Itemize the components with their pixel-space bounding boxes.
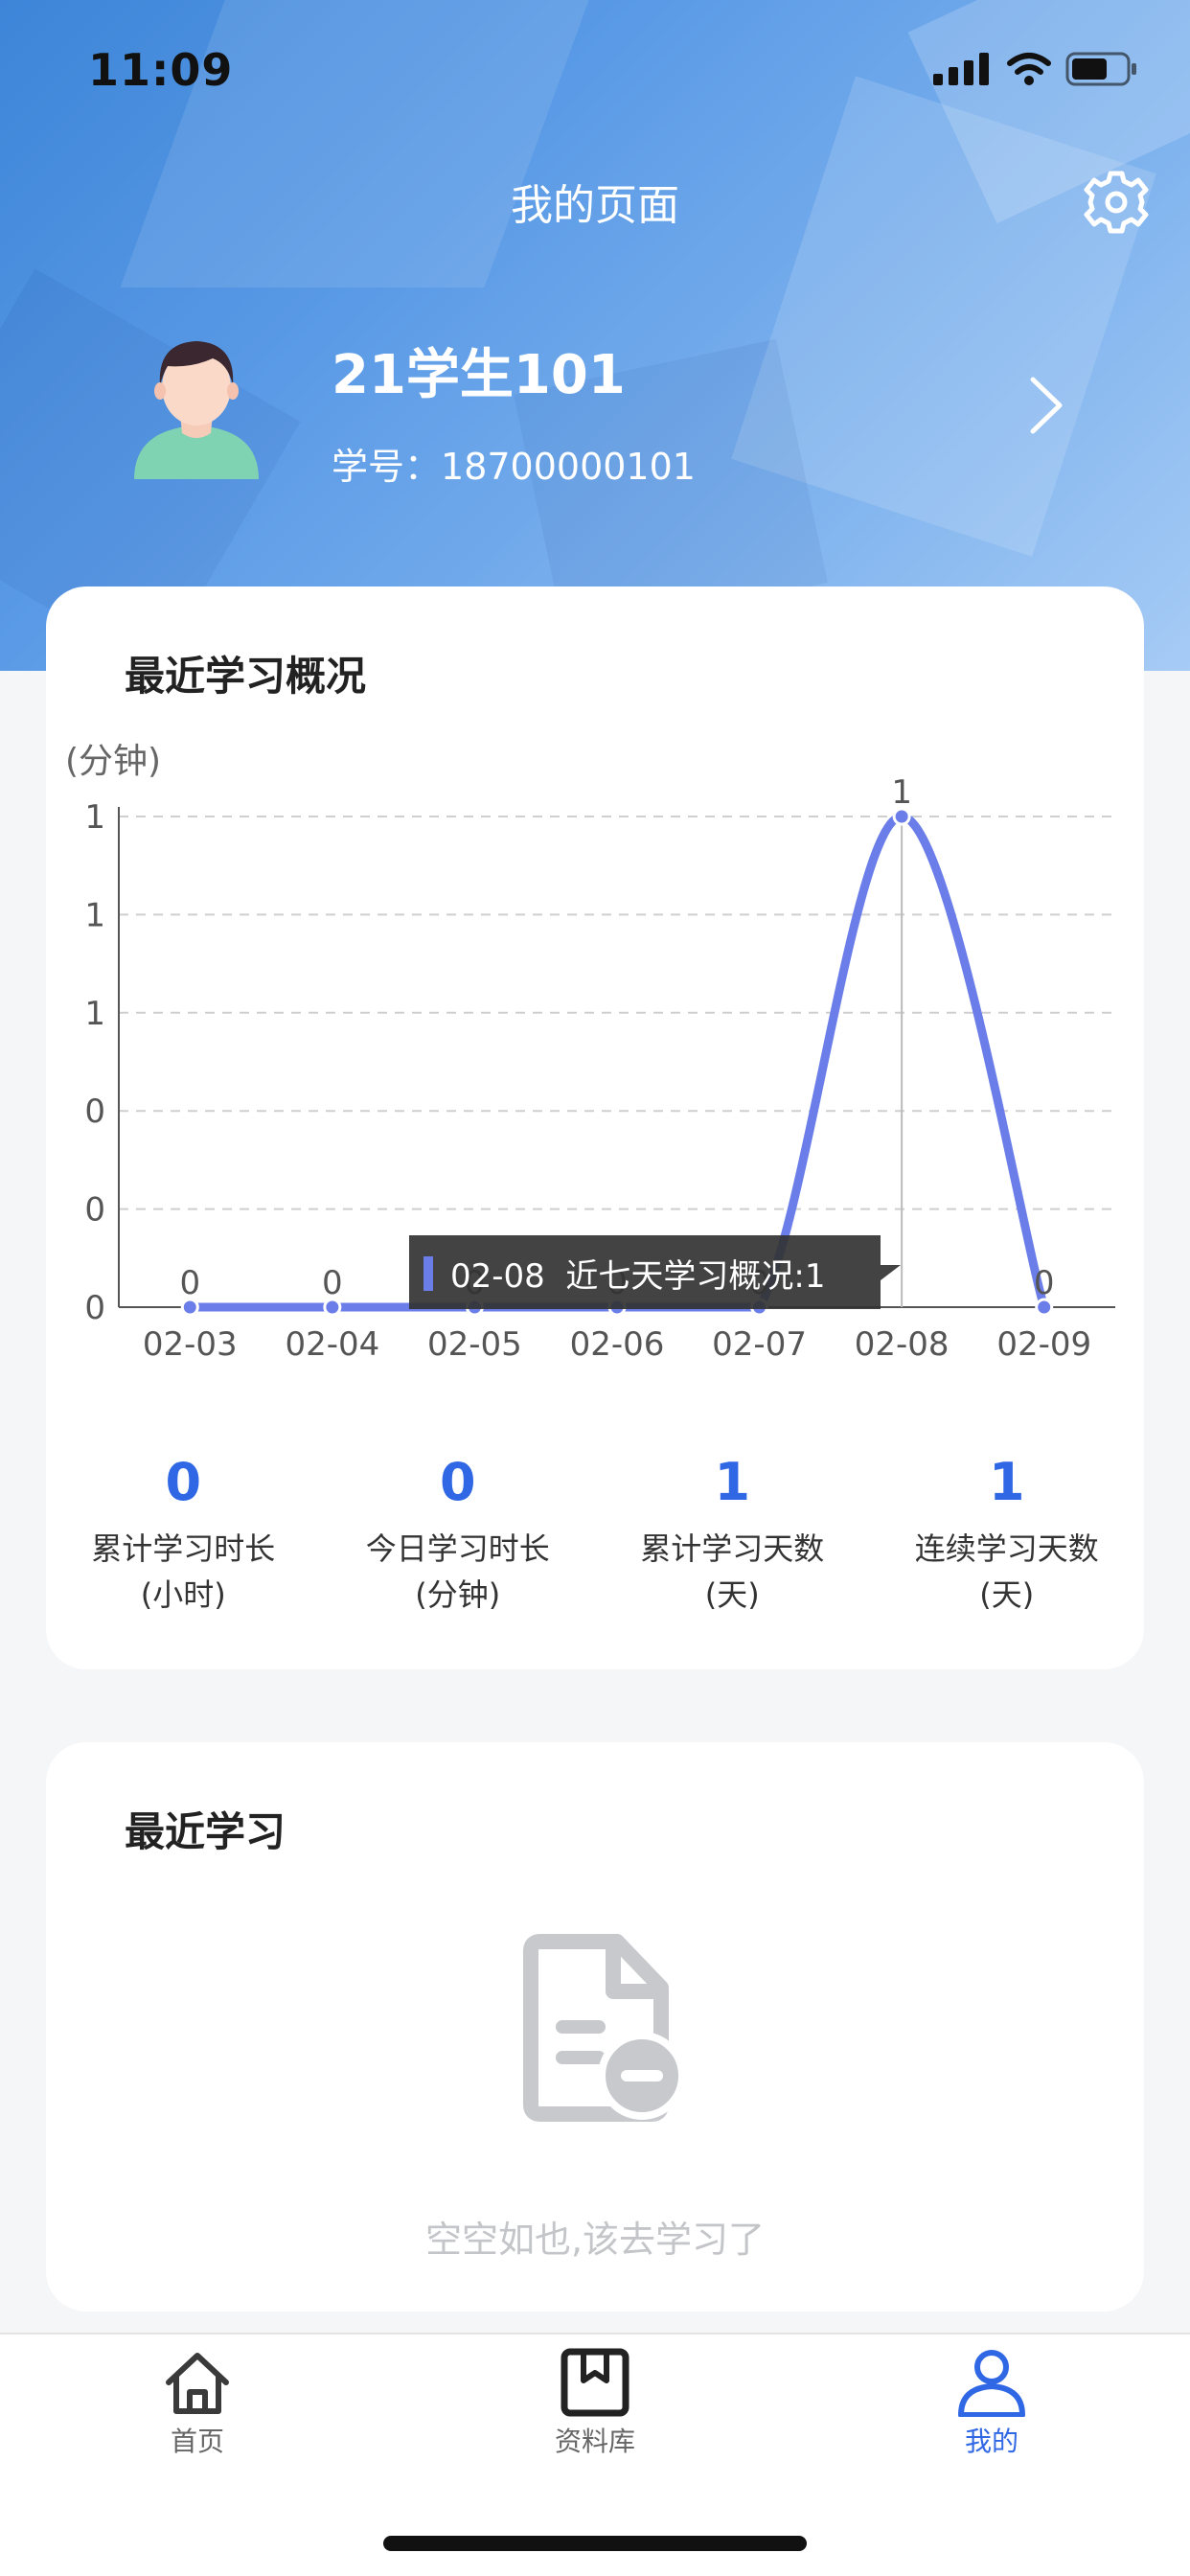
page-title: 我的页面 — [511, 181, 679, 230]
study-line-chart: (分钟) 000111 02-03 02-04 02-05 02-06 02-07 02-… — [65, 742, 1115, 1364]
stat-label: 连续学习天数 (天) — [914, 1530, 1099, 1613]
tab-library[interactable]: 资料库 — [480, 2348, 710, 2459]
stat-label: 今日学习时长 (分钟) — [365, 1530, 550, 1613]
settings-gear-icon[interactable] — [1083, 169, 1150, 236]
chart-data-labels: 0000010 — [179, 773, 1054, 1302]
chart-x-ticks: 02-03 02-04 02-05 02-06 02-07 02-08 02-09 — [143, 1325, 1091, 1364]
study-overview-card: 最近学习概况 (分钟) 000111 02-03 02-04 02-05 02-06 0… — [46, 586, 1144, 1669]
series-line — [185, 812, 1049, 1312]
stat-streak-days: 1 连续学习天数 (天) — [870, 1449, 1145, 1618]
user-name: 21学生101 — [332, 344, 626, 406]
tab-home-label: 首页 — [170, 2426, 224, 2457]
avatar[interactable] — [125, 326, 268, 479]
y-tick-label: 0 — [84, 1092, 105, 1131]
tab-home[interactable]: 首页 — [82, 2348, 312, 2459]
tab-mine[interactable]: 我的 — [877, 2348, 1107, 2459]
chart-tooltip: 02-08 近七天学习概况:1 — [409, 1235, 901, 1309]
stat-label: 累计学习时长 (小时) — [91, 1530, 276, 1613]
stat-today-minutes: 0 今日学习时长 (分钟) — [321, 1449, 596, 1618]
status-icons — [933, 52, 1138, 86]
stat-total-days: 1 累计学习天数 (天) — [595, 1449, 870, 1618]
x-tick-label: 02-05 — [427, 1325, 522, 1364]
home-indicator — [383, 2536, 807, 2551]
stat-value: 0 — [439, 1452, 476, 1512]
y-tick-label: 1 — [84, 798, 105, 837]
stats-row: 0 累计学习时长 (小时) 0 今日学习时长 (分钟) 1 累计学习天数 (天) 1 … — [46, 1449, 1144, 1618]
empty-document-icon — [523, 1934, 686, 2122]
recent-title: 最近学习 — [125, 1808, 286, 1855]
empty-state-text: 空空如也,该去学习了 — [424, 2219, 766, 2261]
user-icon — [958, 2350, 1025, 2417]
data-label: 0 — [322, 1264, 343, 1302]
chart-y-ticks: 0 0 0 1 1 1 — [84, 798, 105, 1327]
bookmark-book-icon — [561, 2348, 629, 2417]
x-tick-label: 02-03 — [143, 1325, 238, 1364]
status-time: 11:09 — [88, 44, 234, 96]
tab-library-label: 资料库 — [554, 2426, 635, 2457]
signal-icon — [933, 53, 989, 85]
tooltip-text: 02-08 近七天学习概况:1 — [450, 1257, 826, 1296]
student-id-label: 学号： — [332, 446, 442, 488]
x-tick-label: 02-04 — [285, 1325, 379, 1364]
stat-value: 0 — [165, 1452, 202, 1512]
tab-mine-label: 我的 — [964, 2426, 1018, 2457]
stat-value: 1 — [988, 1452, 1025, 1512]
stat-label: 累计学习天数 (天) — [640, 1530, 825, 1613]
stat-value: 1 — [714, 1452, 751, 1512]
recent-study-card: 最近学习 空空如也,该去学习了 — [46, 1742, 1144, 2312]
tooltip-marker — [423, 1256, 433, 1291]
student-id-value: 18700000101 — [441, 446, 696, 488]
home-icon — [166, 2353, 229, 2414]
header-background-shape — [120, 0, 589, 288]
data-label: 0 — [1034, 1264, 1055, 1302]
student-id: 学号：18700000101 — [332, 437, 696, 490]
x-tick-label: 02-07 — [712, 1325, 807, 1364]
y-tick-label: 1 — [84, 896, 105, 934]
x-tick-label: 02-09 — [996, 1325, 1091, 1364]
chart-unit-label: (分钟) — [65, 742, 161, 781]
x-tick-label: 02-08 — [855, 1325, 950, 1364]
stat-total-hours: 0 累计学习时长 (小时) — [46, 1449, 321, 1618]
x-tick-label: 02-06 — [570, 1325, 665, 1364]
wifi-icon — [1007, 53, 1051, 85]
y-tick-label: 0 — [84, 1191, 105, 1230]
battery-icon — [1065, 52, 1136, 86]
y-tick-label: 0 — [84, 1289, 105, 1327]
chart-grid — [118, 807, 1115, 1308]
data-label: 1 — [891, 773, 912, 812]
chevron-right-icon[interactable] — [1023, 374, 1069, 437]
chart-series — [185, 812, 1049, 1312]
data-label: 0 — [179, 1264, 200, 1302]
y-tick-label: 1 — [84, 995, 105, 1033]
